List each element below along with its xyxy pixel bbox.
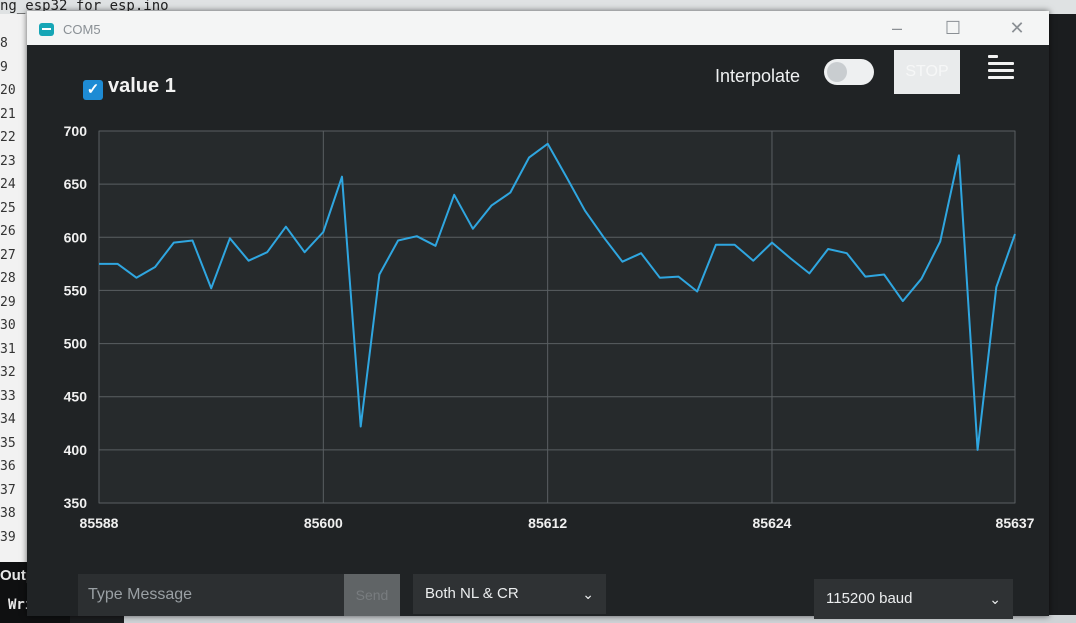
y-tick-label: 500 (64, 336, 88, 352)
serial-plotter-window: COM5 – ☐ ✕ ✓ value 1 Interpolate STOP 70… (27, 11, 1049, 619)
y-tick-label: 650 (64, 176, 88, 192)
line-chart: 700 650 600 550 500 450 400 350 85588 85600 85612 8… (64, 123, 1035, 531)
x-tick-label: 85588 (80, 515, 119, 531)
message-input[interactable] (78, 574, 344, 616)
line-ending-value: Both NL & CR (425, 585, 519, 602)
x-tick-label: 85612 (528, 515, 567, 531)
y-tick-label: 450 (64, 389, 88, 405)
y-tick-label: 550 (64, 282, 88, 298)
baud-rate-select[interactable]: 115200 baud ⌄ (814, 579, 1013, 619)
y-tick-label: 600 (64, 229, 88, 245)
x-tick-label: 85637 (996, 515, 1035, 531)
baud-rate-value: 115200 baud (826, 590, 913, 607)
y-tick-label: 400 (64, 442, 88, 458)
y-tick-label: 350 (64, 495, 88, 511)
plot-area (98, 130, 1016, 504)
chevron-down-icon: ⌄ (989, 591, 1001, 607)
line-ending-select[interactable]: Both NL & CR ⌄ (413, 574, 606, 614)
ide-line-gutter: 8 9 20 21 22 23 24 25 26 27 28 29 30 31 32 33 34 35 36 37 38… (0, 14, 30, 562)
send-button[interactable]: Send (344, 574, 400, 616)
y-tick-label: 700 (64, 123, 88, 139)
x-tick-label: 85600 (304, 515, 343, 531)
x-tick-label: 85624 (753, 515, 792, 531)
chevron-down-icon: ⌄ (582, 586, 594, 602)
